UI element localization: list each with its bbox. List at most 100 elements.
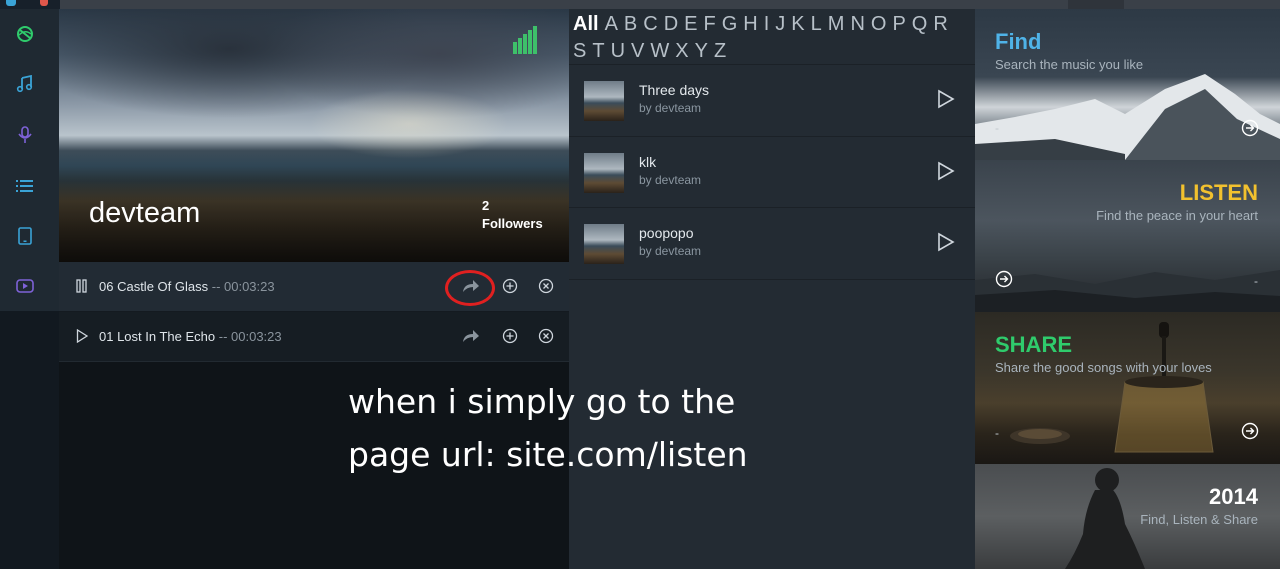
play-icon[interactable] <box>937 161 955 181</box>
list-icon[interactable] <box>14 175 36 197</box>
followers-count[interactable]: 2 Followers <box>482 197 562 233</box>
annotation-line-1: when i simply go to the <box>348 382 736 421</box>
arrow-right-icon[interactable] <box>995 270 1013 288</box>
song-title: poopopo <box>639 225 694 241</box>
microphone-icon[interactable] <box>14 124 36 146</box>
alphabet-letter[interactable]: W <box>650 38 669 65</box>
song-artist: by devteam <box>639 101 702 115</box>
alphabet-letter[interactable]: L <box>811 11 822 38</box>
signal-bars-icon <box>513 26 539 54</box>
play-icon[interactable] <box>937 232 955 252</box>
followers-label: Followers <box>482 216 543 231</box>
alphabet-letter[interactable]: Z <box>714 38 726 65</box>
alphabet-letter[interactable]: X <box>675 38 688 65</box>
song-item[interactable]: Three days by devteam <box>569 64 975 136</box>
song-browser: All A B C D E F G H I J K L M N O P Q R S T U V W X Y Z Three days… <box>569 9 975 569</box>
alphabet-letter[interactable]: K <box>791 11 804 38</box>
pause-icon[interactable] <box>75 278 89 294</box>
track-name: 01 Lost In The Echo <box>99 329 216 344</box>
play-icon[interactable] <box>75 328 89 344</box>
video-icon[interactable] <box>14 275 36 297</box>
logo <box>0 0 60 9</box>
alphabet-letter[interactable]: H <box>743 11 757 38</box>
song-title: Three days <box>639 82 710 98</box>
track-title: 06 Castle Of Glass -- 00:03:23 <box>99 279 275 294</box>
alphabet-letter[interactable]: N <box>850 11 864 38</box>
alphabet-letter[interactable]: R <box>933 11 947 38</box>
sidebar-menu <box>0 9 59 311</box>
alphabet-letter[interactable]: T <box>592 38 604 65</box>
share-icon[interactable] <box>461 326 481 346</box>
top-bar <box>0 0 1280 9</box>
card-title: SHARE <box>995 332 1073 357</box>
alphabet-letter[interactable]: V <box>631 38 644 65</box>
alphabet-letter[interactable]: U <box>611 38 625 65</box>
card-subtitle: Share the good songs with your loves <box>995 360 1212 375</box>
profile-header: devteam 2 Followers <box>59 9 569 262</box>
alphabet-letter[interactable]: C <box>643 11 657 38</box>
play-icon[interactable] <box>937 89 955 109</box>
track-duration: -- 00:03:23 <box>218 329 282 344</box>
annotation-line-2: page url: site.com/listen <box>348 435 748 474</box>
song-thumbnail <box>584 81 624 121</box>
song-item[interactable]: poopopo by devteam <box>569 207 975 280</box>
tablet-icon[interactable] <box>14 225 36 247</box>
card-subtitle: Search the music you like <box>995 57 1144 72</box>
card-title: Find <box>995 29 1042 54</box>
alphabet-letter[interactable]: E <box>684 11 697 38</box>
sidebar <box>0 9 59 569</box>
track-row[interactable]: 06 Castle Of Glass -- 00:03:23 <box>59 262 569 311</box>
song-thumbnail <box>584 224 624 264</box>
card-title: LISTEN <box>1179 180 1258 205</box>
song-artist: by devteam <box>639 173 702 187</box>
feature-card-2014[interactable]: 2014 Find, Listen & Share <box>975 464 1280 569</box>
remove-icon[interactable] <box>536 326 556 346</box>
add-icon[interactable] <box>500 276 520 296</box>
feature-card-listen[interactable]: LISTEN Find the peace in your heart - <box>975 160 1280 312</box>
alphabet-letter[interactable]: F <box>704 11 716 38</box>
annotation-text: when i simply go to the page url: site.c… <box>348 375 748 481</box>
arrow-right-icon[interactable] <box>1241 119 1259 137</box>
alphabet-letter[interactable]: I <box>764 11 770 38</box>
followers-number: 2 <box>482 198 490 213</box>
song-artist: by devteam <box>639 244 702 258</box>
alphabet-letter[interactable]: All <box>573 11 599 38</box>
alphabet-letter[interactable]: A <box>605 11 618 38</box>
alphabet-letter[interactable]: Y <box>695 38 708 65</box>
track-duration: -- 00:03:23 <box>211 279 275 294</box>
card-dash: - <box>995 121 999 135</box>
discover-icon[interactable] <box>14 23 36 45</box>
card-dash: - <box>1254 274 1258 288</box>
track-name: 06 Castle Of Glass <box>99 279 209 294</box>
top-bar-segment <box>1068 0 1124 9</box>
alphabet-filter: All A B C D E F G H I J K L M N O P Q R S T U V W X Y Z <box>573 11 973 65</box>
card-title: 2014 <box>1209 484 1258 509</box>
card-subtitle: Find the peace in your heart <box>1096 208 1258 223</box>
alphabet-letter[interactable]: D <box>664 11 678 38</box>
alphabet-letter[interactable]: P <box>892 11 905 38</box>
alphabet-letter[interactable]: J <box>775 11 785 38</box>
alphabet-letter[interactable]: G <box>722 11 738 38</box>
alphabet-letter[interactable]: Q <box>912 11 928 38</box>
track-title: 01 Lost In The Echo -- 00:03:23 <box>99 329 282 344</box>
add-icon[interactable] <box>500 326 520 346</box>
music-note-icon[interactable] <box>14 73 36 95</box>
song-title: klk <box>639 154 657 170</box>
alphabet-letter[interactable]: S <box>573 38 586 65</box>
remove-icon[interactable] <box>536 276 556 296</box>
card-subtitle: Find, Listen & Share <box>1140 512 1258 527</box>
arrow-right-icon[interactable] <box>1241 422 1259 440</box>
alphabet-letter[interactable]: O <box>871 11 887 38</box>
feature-card-share[interactable]: SHARE Share the good songs with your lov… <box>975 312 1280 464</box>
profile-name[interactable]: devteam <box>89 197 200 230</box>
alphabet-letter[interactable]: B <box>624 11 637 38</box>
share-icon[interactable] <box>461 276 481 296</box>
song-item[interactable]: klk by devteam <box>569 136 975 208</box>
feature-card-find[interactable]: Find Search the music you like - <box>975 9 1280 160</box>
alphabet-letter[interactable]: M <box>828 11 845 38</box>
card-dash: - <box>995 426 999 440</box>
feature-cards: Find Search the music you like - LISTEN … <box>975 9 1280 569</box>
song-thumbnail <box>584 153 624 193</box>
track-row[interactable]: 01 Lost In The Echo -- 00:03:23 <box>59 312 569 362</box>
sun-glow <box>309 89 509 159</box>
